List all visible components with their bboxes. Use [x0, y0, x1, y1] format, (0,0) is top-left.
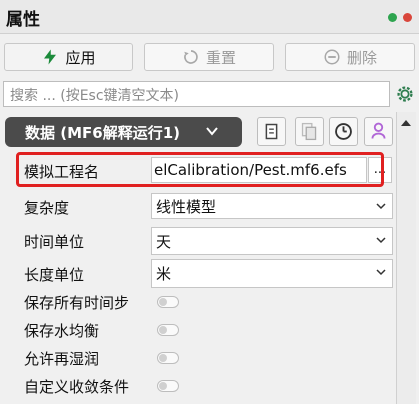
allow-rewetting-label: 允许再湿润: [24, 350, 100, 368]
save-all-steps-label: 保存所有时间步: [24, 294, 130, 312]
delete-icon: [324, 49, 340, 65]
status-dot-green[interactable]: [388, 13, 397, 22]
lightning-icon: [44, 49, 57, 65]
reset-button[interactable]: 重置: [144, 43, 274, 71]
length-unit-select[interactable]: 米: [151, 259, 393, 288]
chevron-down-icon: [376, 203, 386, 210]
copy-button[interactable]: [257, 117, 286, 146]
chevron-down-icon: [376, 269, 386, 276]
custom-convergence-toggle[interactable]: [157, 380, 179, 392]
complexity-value: 线性模型: [156, 197, 217, 216]
gear-icon[interactable]: [394, 83, 416, 105]
vertical-scrollbar[interactable]: [396, 112, 416, 404]
apply-label: 应用: [65, 48, 96, 67]
title-bar: [0, 0, 419, 34]
allow-rewetting-toggle[interactable]: [157, 352, 179, 364]
save-all-steps-toggle[interactable]: [157, 296, 179, 308]
time-unit-label: 时间单位: [24, 233, 85, 251]
length-unit-label: 长度单位: [24, 266, 85, 284]
data-selector-label: 数据 (MF6解释运行1): [25, 123, 180, 142]
user-icon: [371, 122, 386, 139]
paste-button[interactable]: [295, 117, 324, 146]
paste-icon: [301, 122, 317, 141]
refresh-icon: [184, 50, 198, 64]
complexity-select[interactable]: 线性模型: [151, 193, 393, 219]
scroll-up-icon[interactable]: [397, 115, 415, 131]
save-head-balance-label: 保存水均衡: [24, 322, 100, 340]
reset-label: 重置: [205, 48, 236, 67]
user-button[interactable]: [364, 117, 393, 146]
window-title: 属性: [6, 10, 40, 30]
highlight-box: [16, 152, 384, 187]
time-unit-value: 天: [156, 232, 172, 251]
apply-button[interactable]: 应用: [4, 43, 133, 71]
custom-convergence-label: 自定义收敛条件: [24, 378, 130, 396]
copy-icon: [265, 123, 278, 140]
time-unit-select[interactable]: 天: [151, 227, 393, 255]
save-head-balance-toggle[interactable]: [157, 324, 179, 336]
length-unit-value: 米: [156, 265, 172, 283]
delete-label: 删除: [346, 48, 377, 67]
search-input[interactable]: 搜索 ... (按Esc键清空文本): [3, 81, 390, 107]
history-icon: [335, 123, 352, 140]
complexity-label: 复杂度: [24, 199, 70, 217]
history-button[interactable]: [329, 117, 358, 146]
chevron-down-icon: [376, 237, 386, 244]
close-dot-red[interactable]: [403, 13, 412, 22]
delete-button[interactable]: 删除: [285, 43, 415, 71]
chevron-down-icon: [206, 127, 218, 136]
